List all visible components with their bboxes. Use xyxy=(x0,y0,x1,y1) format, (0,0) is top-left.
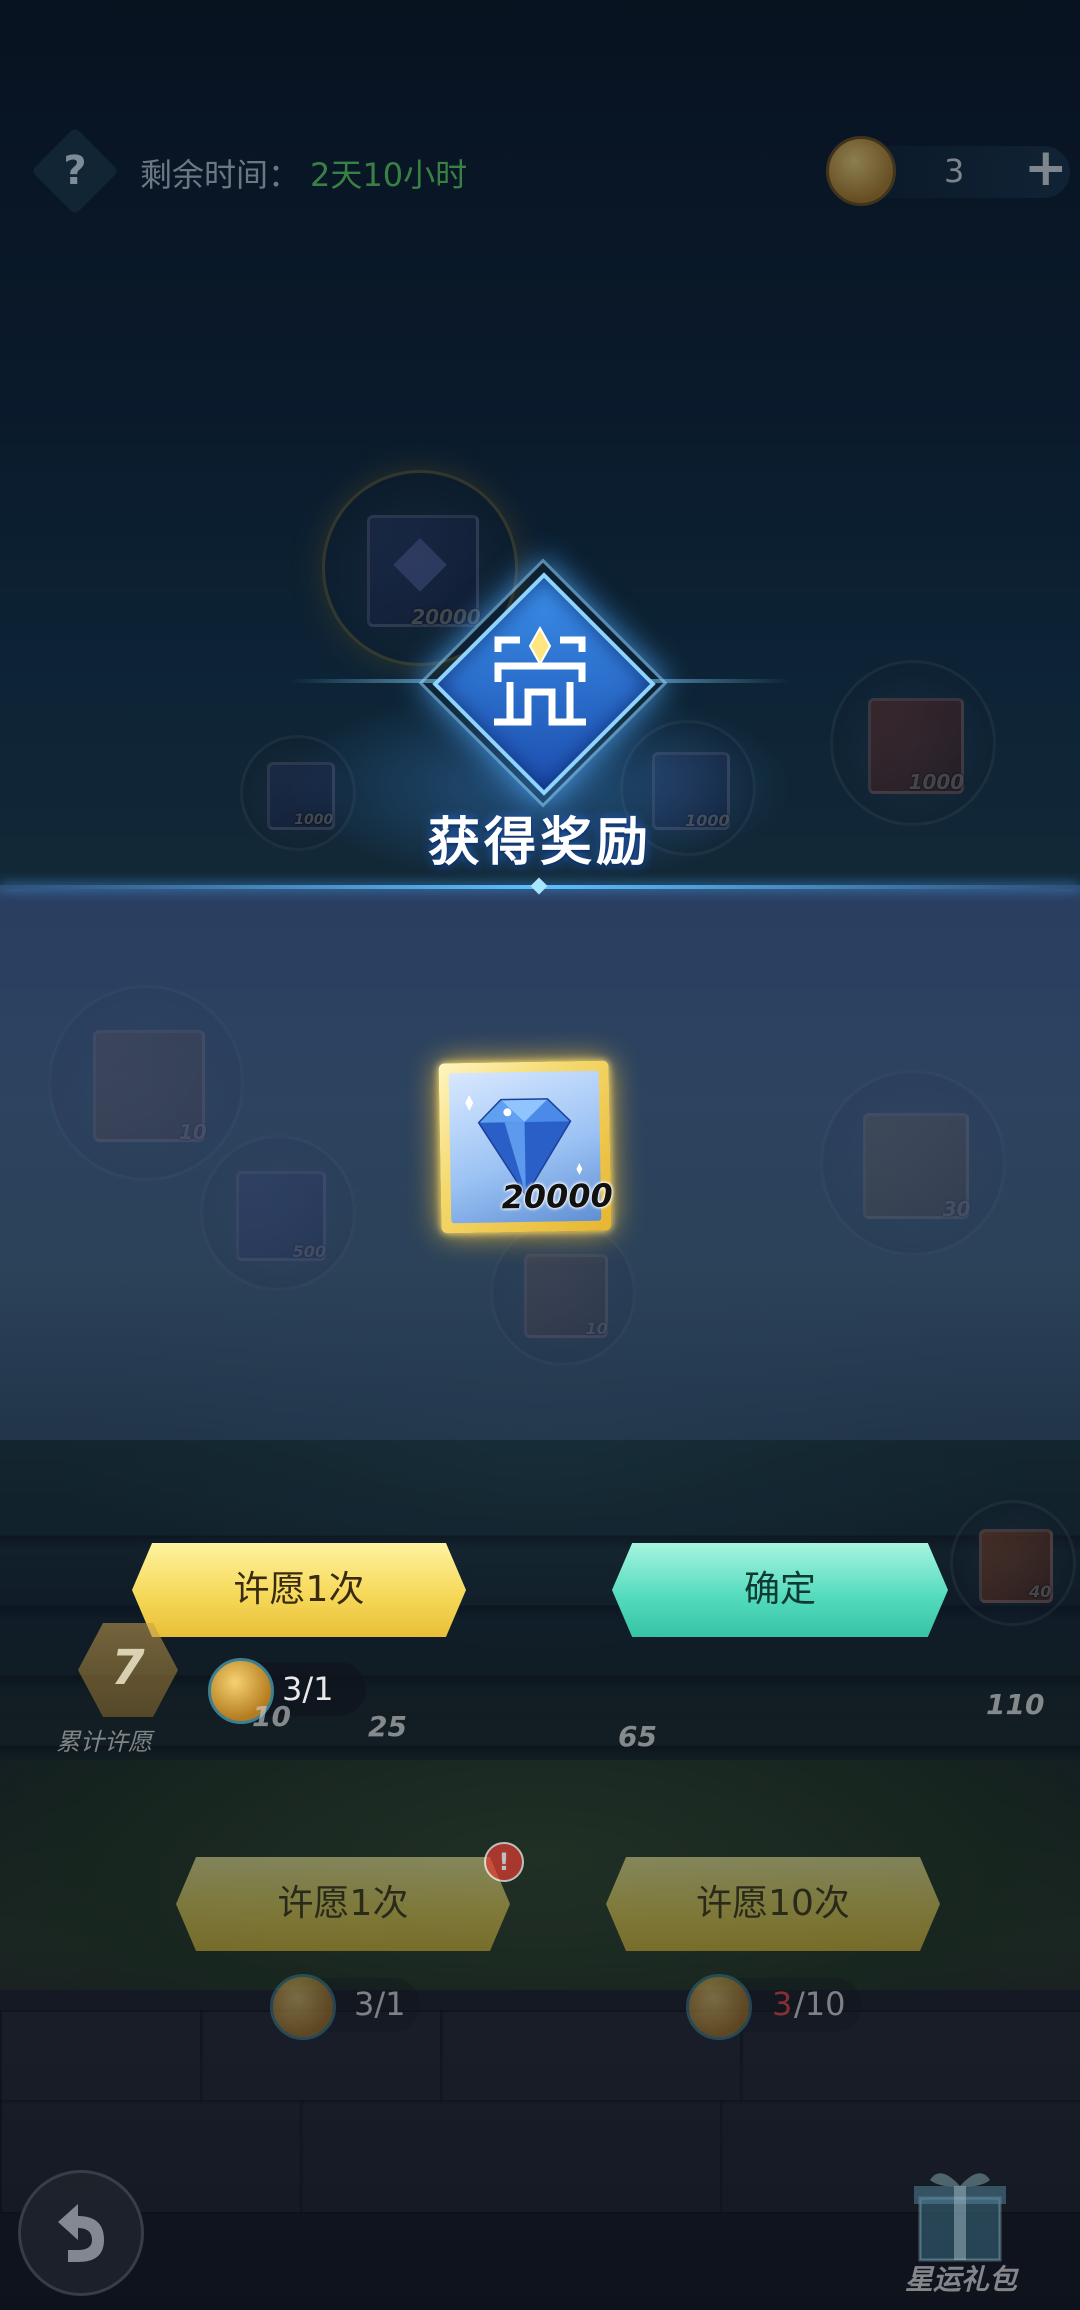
question-icon: ? xyxy=(63,148,87,194)
popup-title: 获得奖励 xyxy=(427,813,652,873)
help-button[interactable]: ? xyxy=(31,127,119,215)
back-button[interactable] xyxy=(18,2170,144,2296)
milestone-label: 25 xyxy=(368,1710,407,1743)
star-gift-pack-label: 星运礼包 xyxy=(904,2263,1017,2296)
reward-item-card[interactable]: 20000 xyxy=(438,1060,614,1234)
bottom-wish-ten-label: 许愿10次 xyxy=(696,1883,850,1924)
wish-total-count: 7 xyxy=(111,1640,145,1696)
wish-coin-icon xyxy=(686,1974,752,2040)
wish-coin-icon xyxy=(826,136,896,206)
reward-quantity: 20000 xyxy=(501,1176,614,1217)
milestone-label: 110 xyxy=(986,1688,1045,1721)
confirm-button[interactable]: 确定 xyxy=(612,1543,948,1637)
alert-badge: ! xyxy=(484,1842,524,1882)
milestone-label: 65 xyxy=(618,1720,657,1753)
wish-once-label: 许愿1次 xyxy=(233,1569,365,1610)
wish-coin-icon xyxy=(270,1974,336,2040)
wish-total-label: 累计许愿 xyxy=(56,1728,152,1756)
milestone-label: 10 xyxy=(252,1700,291,1733)
bottom-wish-once-button: 许愿1次 xyxy=(176,1857,510,1951)
bottom-wish-once-label: 许愿1次 xyxy=(277,1883,409,1924)
confirm-label: 确定 xyxy=(743,1569,816,1610)
back-arrow-icon xyxy=(58,2204,104,2262)
treasure-icon xyxy=(494,625,586,726)
top-bar: ? 剩余时间： 2天10小时 3 + xyxy=(0,127,1080,215)
time-remaining-value: 2天10小时 xyxy=(310,156,468,194)
wish-once-button[interactable]: 许愿1次 xyxy=(132,1543,466,1637)
add-coin-button[interactable]: + xyxy=(1024,138,1068,198)
time-remaining-label: 剩余时间： xyxy=(140,156,301,194)
bottom-cost-ten-have: 3 xyxy=(772,1985,793,2023)
wish-coin-count: 3 xyxy=(944,152,965,190)
bottom-cost-once: 3/1 xyxy=(354,1985,406,2023)
bottom-wish-ten-button: 许愿10次 xyxy=(606,1857,940,1951)
bottom-cost-ten-need: /10 xyxy=(794,1985,846,2023)
